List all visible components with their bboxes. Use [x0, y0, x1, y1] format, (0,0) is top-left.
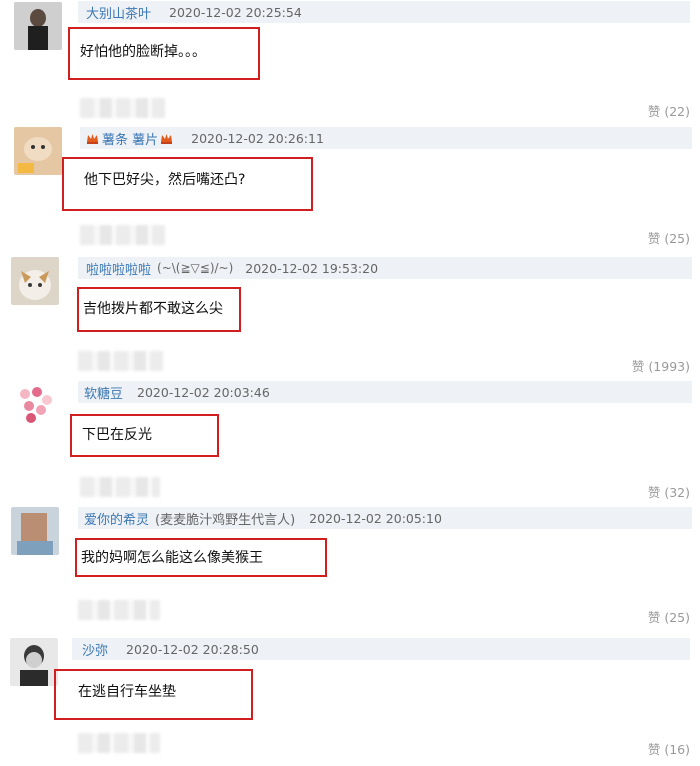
like-label: 赞 [647, 231, 661, 246]
avatar[interactable] [10, 638, 58, 686]
like-number: (32) [664, 485, 690, 500]
highlighted-comment-text: 好怕他的脸断掉。。。 [68, 27, 260, 80]
highlighted-comment-text: 我的妈啊怎么能这么像美猴王 [75, 538, 327, 577]
timestamp: 2020-12-02 19:53:20 [245, 260, 379, 276]
like-number: (25) [664, 231, 690, 246]
highlighted-comment-text: 他下巴好尖，然后嘴还凸? [62, 157, 313, 211]
timestamp: 2020-12-02 20:25:54 [169, 4, 302, 20]
like-count[interactable]: 赞 (32) [648, 482, 690, 501]
avatar[interactable] [11, 257, 59, 305]
like-label: 赞 [647, 610, 661, 625]
username-suffix: (~\(≧▽≦)/~) [157, 261, 234, 275]
like-number: (16) [664, 742, 690, 757]
comment-text: 吉他拨片都不敢这么尖 [83, 301, 223, 317]
like-count[interactable]: 赞 (1993) [632, 356, 690, 375]
blurred-reply-line [80, 225, 165, 245]
comment-text: 在逃自行车坐垫 [78, 684, 176, 700]
like-count[interactable]: 赞 (25) [648, 228, 690, 247]
avatar[interactable] [11, 380, 59, 428]
like-count[interactable]: 赞 (16) [648, 739, 690, 758]
comment-text: 下巴在反光 [82, 427, 152, 443]
comment-meta: 沙弥 2020-12-02 20:28:50 [72, 638, 690, 660]
like-number: (22) [664, 104, 690, 119]
highlighted-comment-text: 下巴在反光 [70, 414, 219, 457]
timestamp: 2020-12-02 20:28:50 [126, 641, 259, 657]
comment-meta: 薯条 薯片 2020-12-02 20:26:11 [80, 127, 692, 149]
blurred-reply-line [80, 477, 160, 497]
comment-meta: 大别山茶叶 2020-12-02 20:25:54 [78, 1, 690, 23]
avatar[interactable] [11, 507, 59, 555]
timestamp: 2020-12-02 20:03:46 [137, 384, 270, 400]
username-link[interactable]: 大别山茶叶 [86, 3, 151, 22]
like-label: 赞 [647, 104, 661, 119]
blurred-reply-line [78, 351, 163, 371]
username-suffix: (麦麦脆汁鸡野生代言人) [155, 512, 296, 528]
highlighted-comment-text: 在逃自行车坐垫 [54, 669, 253, 720]
blurred-reply-line [78, 600, 160, 620]
avatar[interactable] [14, 127, 62, 175]
highlighted-comment-text: 吉他拨片都不敢这么尖 [77, 287, 241, 332]
like-label: 赞 [631, 359, 645, 374]
like-number: (1993) [648, 359, 690, 374]
crown-badge-icon [160, 132, 173, 145]
timestamp: 2020-12-02 20:05:10 [309, 510, 442, 526]
blurred-reply-line [78, 733, 160, 753]
username-link[interactable]: 软糖豆 [84, 383, 123, 402]
comment-meta: 爱你的希灵 (麦麦脆汁鸡野生代言人) 2020-12-02 20:05:10 [78, 507, 692, 529]
username-link[interactable]: 爱你的希灵 [84, 509, 149, 528]
username-link[interactable]: 沙弥 [82, 640, 108, 659]
comment-text: 他下巴好尖，然后嘴还凸? [84, 172, 246, 188]
blurred-reply-line [80, 98, 165, 118]
comment-meta: 软糖豆 2020-12-02 20:03:46 [78, 381, 692, 403]
username-link[interactable]: 啦啦啦啦啦 [86, 259, 151, 278]
avatar[interactable] [14, 2, 62, 50]
like-label: 赞 [647, 485, 661, 500]
like-count[interactable]: 赞 (25) [648, 607, 690, 626]
like-number: (25) [664, 610, 690, 625]
crown-badge-icon [86, 132, 99, 145]
like-count[interactable]: 赞 (22) [648, 101, 690, 120]
comment-text: 好怕他的脸断掉。。。 [80, 44, 206, 60]
like-label: 赞 [647, 742, 661, 757]
comment-meta: 啦啦啦啦啦 (~\(≧▽≦)/~) 2020-12-02 19:53:20 [78, 257, 692, 279]
username-link[interactable]: 薯条 薯片 [102, 129, 158, 148]
comment-text: 我的妈啊怎么能这么像美猴王 [81, 550, 263, 566]
timestamp: 2020-12-02 20:26:11 [191, 130, 324, 146]
